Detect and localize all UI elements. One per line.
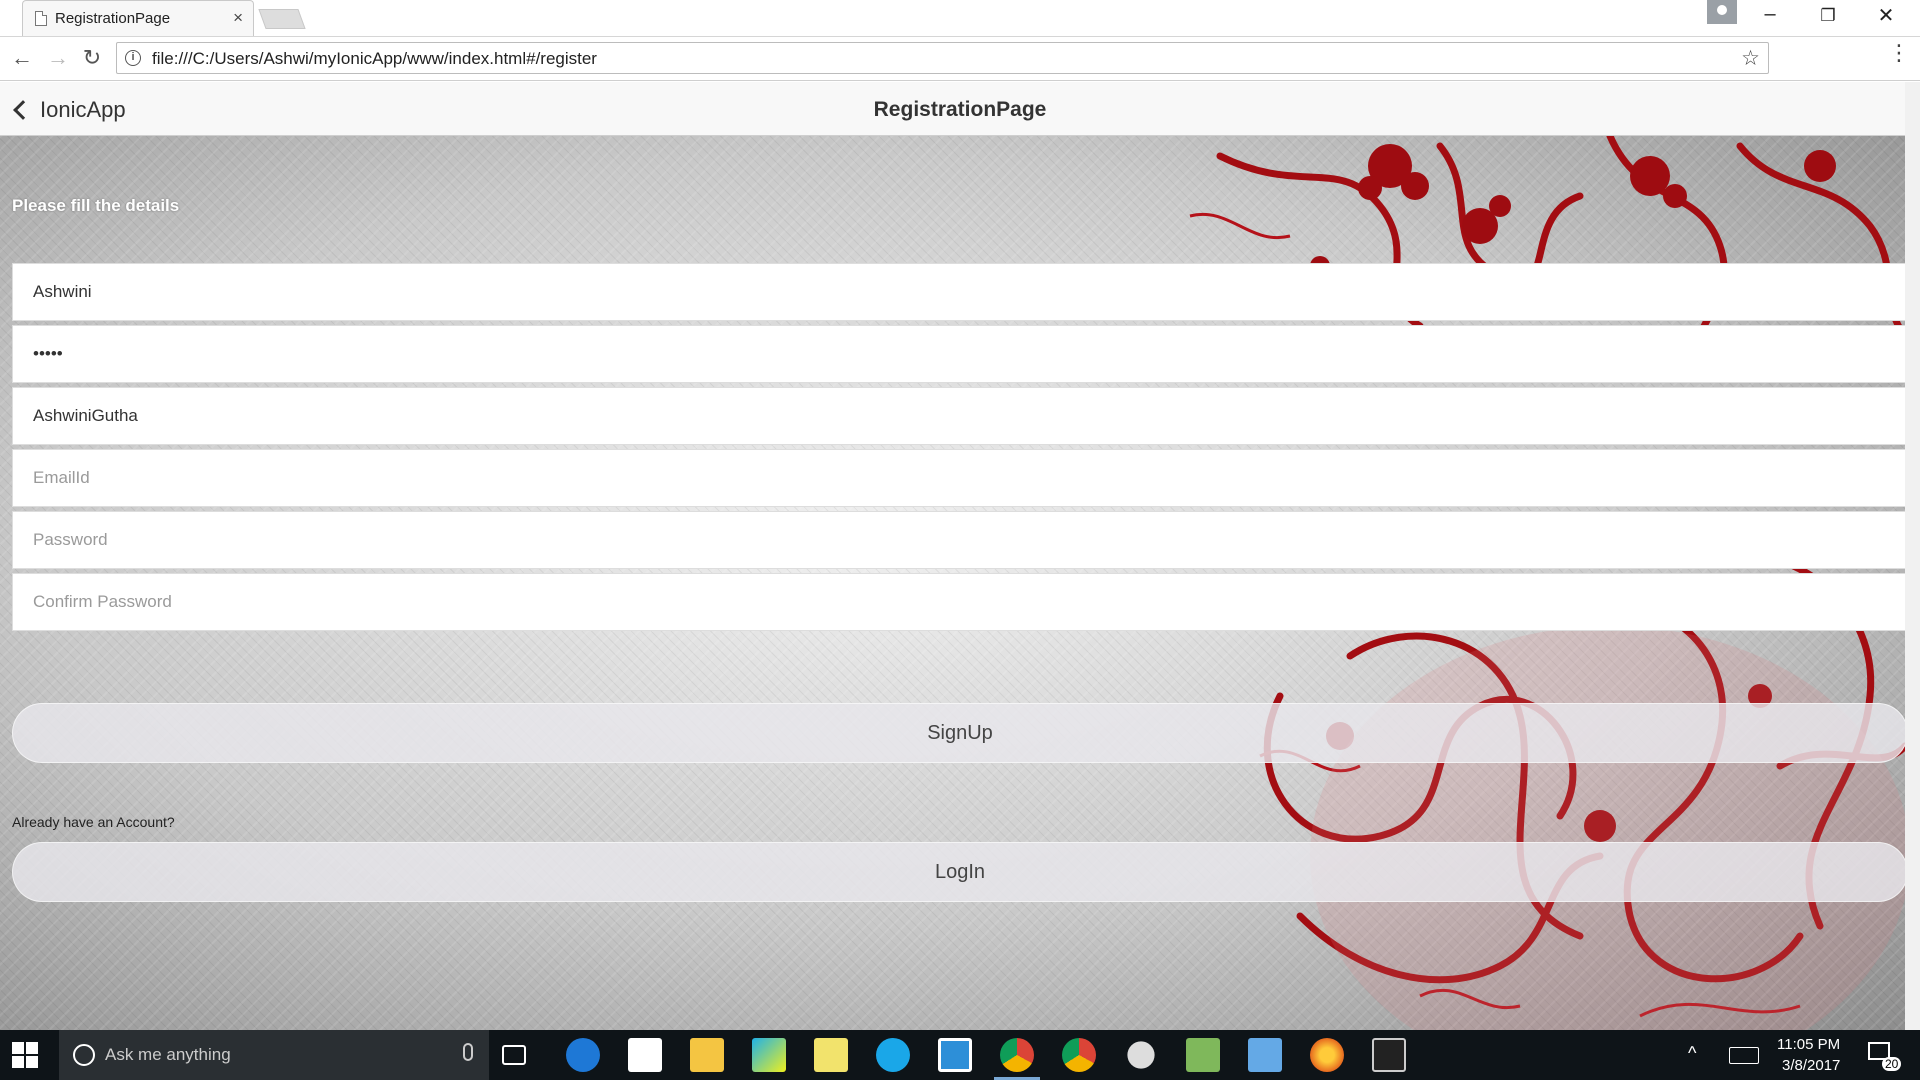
username-input[interactable] [33, 388, 1883, 444]
browser-toolbar: ← → ↻ i file:///C:/Users/Ashwi/myIonicAp… [0, 37, 1920, 81]
notepad-icon[interactable] [1186, 1038, 1220, 1072]
chrome-icon[interactable] [1062, 1038, 1096, 1072]
app-header: IonicApp RegistrationPage [0, 82, 1920, 136]
edge-icon[interactable] [566, 1038, 600, 1072]
password-field[interactable] [12, 511, 1905, 569]
signup-button[interactable]: SignUp [12, 703, 1905, 763]
notification-count-badge: 20 [1882, 1057, 1902, 1071]
instruction-text: Please fill the details [12, 196, 180, 215]
confirm-password-field[interactable] [12, 573, 1905, 631]
cortana-search-box[interactable]: Ask me anything [59, 1030, 489, 1080]
task-view-icon[interactable] [502, 1045, 526, 1065]
masked-input[interactable] [33, 326, 1883, 382]
firefox-icon[interactable] [1310, 1038, 1344, 1072]
profile-icon[interactable] [1707, 0, 1737, 24]
back-arrow-icon[interactable]: ← [8, 45, 36, 71]
file-explorer-icon[interactable] [690, 1038, 724, 1072]
close-window-button[interactable]: ✕ [1866, 3, 1906, 28]
screen: { "browser": { "tab_title": "Registratio… [0, 0, 1920, 1080]
bookmark-star-icon[interactable]: ☆ [1741, 46, 1760, 71]
microphone-icon[interactable] [463, 1043, 473, 1061]
settings-gear-icon[interactable] [1127, 1041, 1155, 1069]
address-bar[interactable]: i file:///C:/Users/Ashwi/myIonicApp/www/… [116, 42, 1769, 74]
page-scrollbar[interactable] [1905, 82, 1920, 1030]
search-placeholder: Ask me anything [105, 1045, 231, 1064]
browser-menu-icon[interactable]: ⋮ [1888, 42, 1910, 64]
first-name-field[interactable] [12, 263, 1905, 321]
clock-time[interactable]: 11:05 PM [1777, 1036, 1840, 1053]
windows-taskbar: Ask me anything ^ 11:05 PM 3/8/2017 20 [0, 1030, 1920, 1080]
terminal-app-icon[interactable] [938, 1038, 972, 1072]
cortana-icon [73, 1044, 95, 1066]
email-input[interactable] [33, 450, 1883, 506]
webstorm-icon[interactable] [752, 1038, 786, 1072]
login-button[interactable]: LogIn [12, 842, 1905, 902]
new-tab-button[interactable] [258, 9, 306, 29]
clock-date[interactable]: 3/8/2017 [1782, 1057, 1840, 1074]
sticky-notes-icon[interactable] [814, 1038, 848, 1072]
cmd-icon[interactable] [1372, 1038, 1406, 1072]
email-field[interactable] [12, 449, 1905, 507]
confirm-password-input[interactable] [33, 574, 1883, 630]
url-text[interactable]: file:///C:/Users/Ashwi/myIonicApp/www/in… [152, 49, 597, 69]
minimize-button[interactable]: – [1750, 3, 1790, 26]
registration-content: Please fill the details SignUp Already h… [0, 136, 1905, 1030]
control-panel-icon[interactable] [1248, 1038, 1282, 1072]
browser-tab[interactable]: RegistrationPage × [22, 0, 254, 36]
reload-icon[interactable]: ↻ [78, 45, 106, 71]
tab-strip: RegistrationPage × – ❐ ✕ [0, 0, 1920, 37]
chrome-icon[interactable] [1000, 1038, 1034, 1072]
restore-button[interactable]: ❐ [1808, 6, 1848, 26]
page-title: RegistrationPage [873, 98, 1047, 121]
store-icon[interactable] [628, 1038, 662, 1072]
password-input[interactable] [33, 512, 1883, 568]
already-account-text: Already have an Account? [12, 814, 175, 830]
tab-close-icon[interactable]: × [233, 8, 243, 28]
chevron-up-icon[interactable]: ^ [1688, 1043, 1696, 1064]
secret-field[interactable] [12, 325, 1905, 383]
forward-arrow-icon[interactable]: → [44, 45, 72, 71]
info-icon[interactable]: i [125, 50, 141, 66]
page-icon [35, 11, 47, 26]
username-field[interactable] [12, 387, 1905, 445]
keyboard-icon[interactable] [1729, 1047, 1759, 1064]
skype-icon[interactable] [876, 1038, 910, 1072]
windows-start-icon[interactable] [12, 1042, 38, 1068]
first-name-input[interactable] [33, 264, 1883, 320]
tab-title: RegistrationPage [55, 10, 171, 27]
